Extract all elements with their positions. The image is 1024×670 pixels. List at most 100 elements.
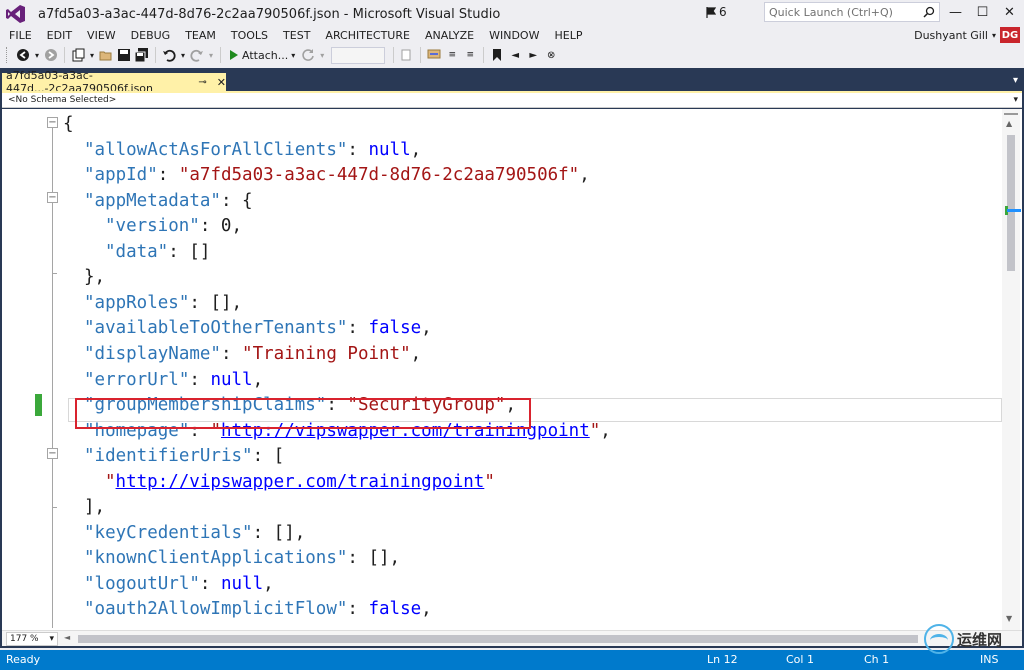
user-name: Dushyant Gill [914, 28, 988, 42]
code-token: : [168, 241, 190, 262]
code-line: "knownClientApplications": [], [84, 546, 400, 571]
bookmark-icon[interactable] [489, 47, 505, 63]
play-icon [230, 50, 238, 60]
fold-end [52, 507, 57, 508]
maximize-button[interactable]: ☐ [969, 0, 996, 24]
code-token: : [220, 343, 243, 364]
code-token: " [589, 420, 601, 441]
find-in-files-icon[interactable] [399, 47, 415, 63]
save-all-icon[interactable] [134, 47, 150, 63]
code-token: null [210, 369, 253, 390]
watermark: 运维网 [924, 622, 1024, 656]
fold-guide [52, 203, 53, 273]
menu-team[interactable]: TEAM [177, 29, 223, 42]
pin-icon[interactable]: ⊸ [198, 77, 206, 88]
undo-icon[interactable] [161, 47, 177, 63]
code-line: "identifierUris": [ [84, 444, 284, 469]
split-handle[interactable] [1004, 109, 1018, 115]
code-token: , [410, 139, 422, 160]
scroll-up-icon[interactable]: ▲ [1006, 119, 1012, 128]
close-icon[interactable]: ✕ [217, 76, 226, 89]
menu-help[interactable]: HELP [546, 29, 589, 42]
menu-view[interactable]: VIEW [79, 29, 123, 42]
scroll-left-icon[interactable]: ◄ [64, 633, 70, 642]
status-ready: Ready [6, 653, 41, 666]
menu-analyze[interactable]: ANALYZE [417, 29, 481, 42]
chevron-down-icon[interactable]: ▾ [318, 47, 326, 63]
code-token: , [231, 216, 242, 237]
menu-debug[interactable]: DEBUG [123, 29, 178, 42]
schema-selector[interactable]: <No Schema Selected> ▾ [2, 93, 1022, 108]
fold-guide [52, 459, 53, 507]
chevron-down-icon[interactable]: ▾ [207, 47, 215, 63]
code-token: [ [273, 446, 285, 467]
code-line: "displayName": "Training Point", [84, 342, 421, 367]
menu-edit[interactable]: EDIT [39, 29, 79, 42]
chevron-down-icon[interactable]: ▾ [179, 47, 187, 63]
new-project-icon[interactable] [70, 47, 86, 63]
horizontal-scrollbar-thumb[interactable] [78, 635, 918, 643]
navigate-forward-icon[interactable] [43, 47, 59, 63]
chevron-down-icon[interactable]: ▾ [33, 47, 41, 63]
navigate-back-icon[interactable] [15, 47, 31, 63]
previous-bookmark-icon[interactable]: ◄ [507, 47, 523, 63]
collapse-toggle[interactable]: − [47, 117, 58, 128]
window-title: a7fd5a03-a3ac-447d-8d76-2c2aa790506f.jso… [38, 6, 501, 22]
tab-list-dropdown-icon[interactable]: ▾ [1013, 75, 1018, 86]
standard-toolbar: ▾ ▾ ▾ ▾ Attach... ▾ ▾ ≡ ≡ ◄ ► ⊗ [0, 44, 1024, 66]
user-account[interactable]: Dushyant Gill ▾ DG [914, 26, 1020, 44]
change-tracking-marker [35, 394, 42, 416]
outdent-icon[interactable]: ≡ [462, 47, 478, 63]
minimize-button[interactable]: — [942, 0, 969, 24]
code-token: "displayName" [84, 343, 221, 364]
code-editor[interactable]: − − − {"allowActAsForAllClients": null, "… [2, 109, 1022, 630]
code-token: " [105, 471, 116, 492]
code-token: : [157, 165, 179, 186]
menu-file[interactable]: FILE [0, 29, 39, 42]
next-bookmark-icon[interactable]: ► [525, 47, 541, 63]
notifications-button[interactable]: 6 [706, 5, 727, 19]
code-token: { [63, 114, 74, 134]
comment-icon[interactable] [426, 47, 442, 63]
menu-test[interactable]: TEST [275, 29, 317, 42]
code-token: "version" [105, 216, 200, 237]
indent-icon[interactable]: ≡ [444, 47, 460, 63]
menu-bar: FILE EDIT VIEW DEBUG TEAM TOOLS TEST ARC… [0, 26, 1024, 44]
code-token: "knownClientApplications" [84, 548, 348, 569]
chevron-down-icon[interactable]: ▾ [88, 47, 96, 63]
chevron-down-icon: ▾ [49, 634, 54, 644]
code-token: , [421, 318, 432, 339]
solution-config-combo[interactable] [331, 46, 386, 64]
toolbar-grip[interactable] [6, 47, 10, 63]
scrollbar-thumb[interactable] [1007, 135, 1015, 271]
code-line: "data": [] [105, 240, 210, 265]
attach-button[interactable]: Attach... ▾ [229, 49, 295, 62]
code-line: "keyCredentials": [], [84, 521, 305, 546]
url-link[interactable]: http://vipswapper.com/trainingpoint [116, 472, 485, 492]
menu-window[interactable]: WINDOW [481, 29, 546, 42]
open-folder-icon[interactable] [98, 47, 114, 63]
quick-launch-input[interactable]: Quick Launch (Ctrl+Q) [764, 2, 940, 22]
code-token: : [199, 216, 221, 237]
menu-architecture[interactable]: ARCHITECTURE [317, 29, 417, 42]
zoom-select[interactable]: 177 % ▾ [6, 632, 58, 646]
save-icon[interactable] [116, 47, 132, 63]
code-token: : [347, 139, 369, 160]
vertical-scrollbar[interactable]: ▲ ▼ [1002, 109, 1021, 630]
toolbar-separator [393, 47, 395, 63]
watermark-text: 运维网 [957, 630, 1003, 649]
clear-bookmarks-icon[interactable]: ⊗ [543, 47, 559, 63]
code-line: "appMetadata": { [84, 189, 253, 214]
code-token: "appRoles" [84, 292, 190, 313]
refresh-icon[interactable] [300, 47, 316, 63]
code-token: null [368, 139, 411, 160]
document-tab[interactable]: a7fd5a03-a3ac-447d...-2c2aa790506f.json … [2, 69, 226, 95]
redo-icon[interactable] [189, 47, 205, 63]
collapse-toggle[interactable]: − [47, 448, 58, 459]
collapse-toggle[interactable]: − [47, 192, 58, 203]
menu-tools[interactable]: TOOLS [223, 29, 275, 42]
close-button[interactable]: ✕ [996, 0, 1023, 24]
code-token: "oauth2AllowImplicitFlow" [84, 599, 348, 620]
code-token: : [252, 446, 274, 467]
search-icon [923, 6, 935, 18]
